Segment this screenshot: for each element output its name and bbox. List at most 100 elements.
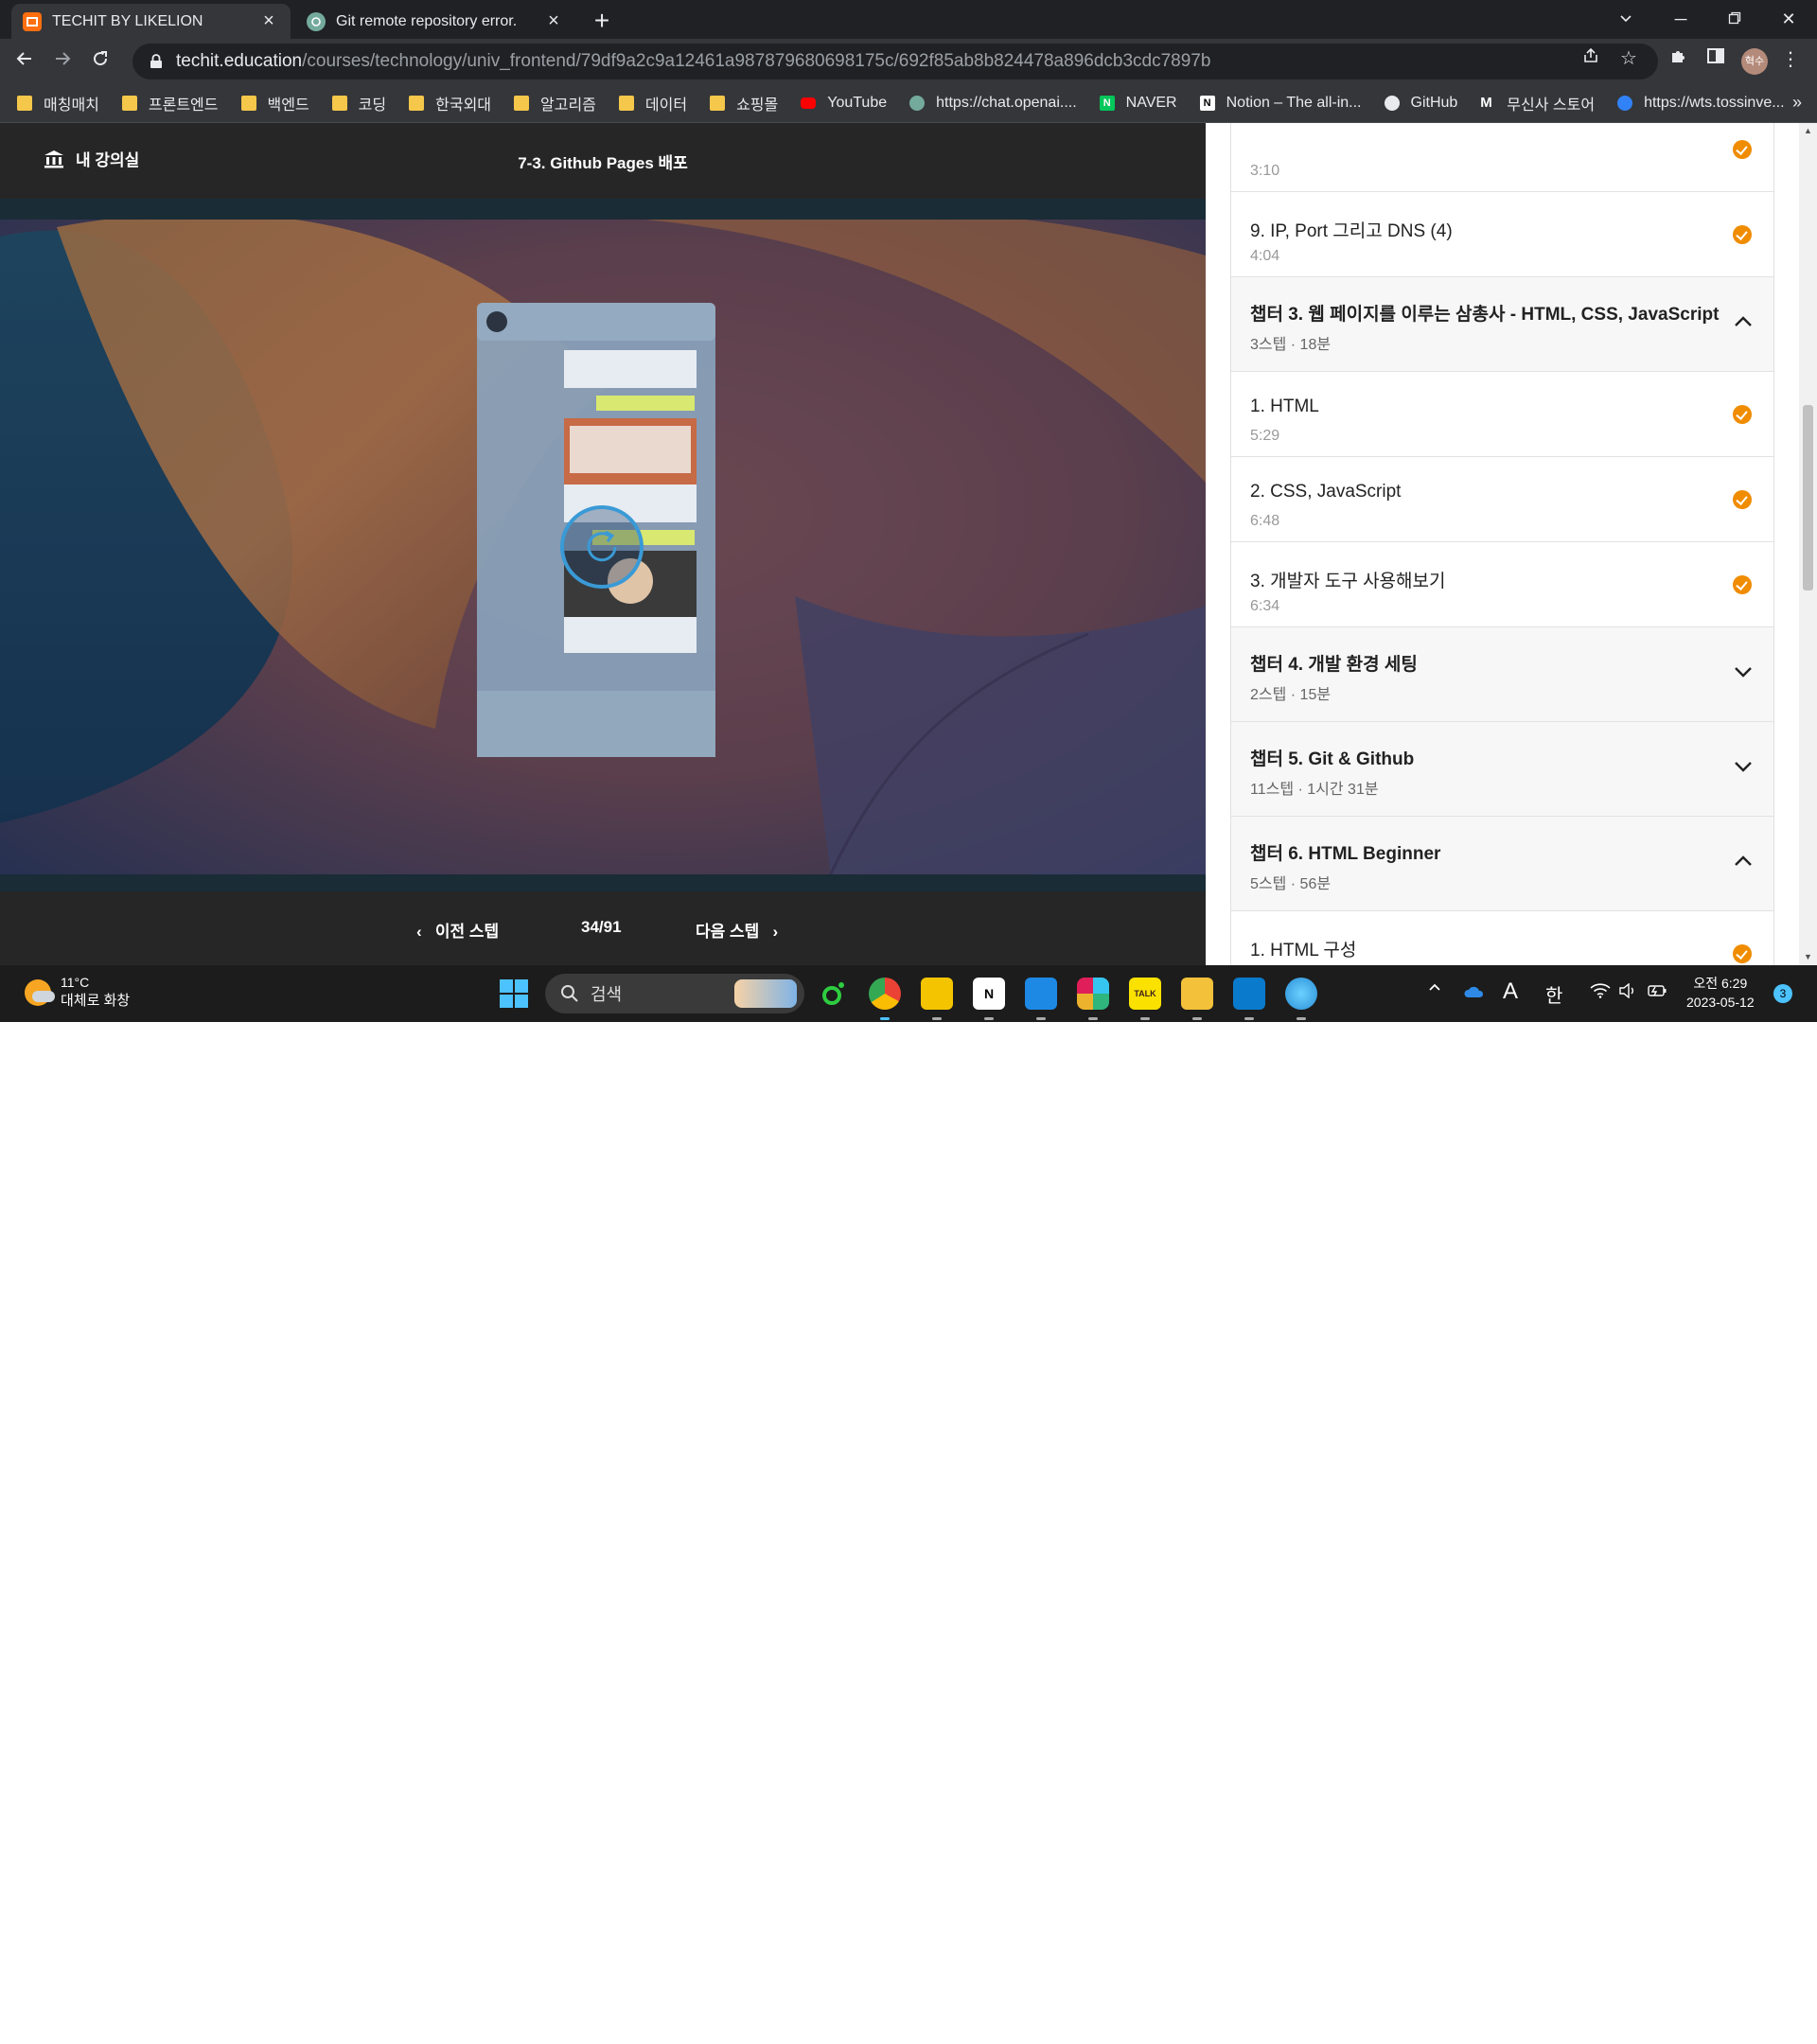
chevron-down-icon[interactable] (1733, 756, 1754, 777)
tab-techit[interactable]: TECHIT BY LIKELION × (11, 4, 291, 39)
tab-search-button[interactable] (1599, 0, 1652, 38)
bookmark-notion[interactable]: N Notion – The all-in... (1199, 95, 1362, 112)
tab-chatgpt[interactable]: Git remote repository error. × (295, 4, 575, 39)
bookmark-folder[interactable]: 백엔드 (240, 92, 309, 115)
address-bar[interactable]: techit.education/courses/technology/univ… (132, 44, 1658, 79)
lesson-item[interactable]: 3. 개발자 도구 사용해보기 6:34 (1231, 542, 1773, 627)
bookmark-folder[interactable]: 데이터 (618, 92, 687, 115)
tab-strip: TECHIT BY LIKELION × Git remote reposito… (0, 0, 1817, 39)
scroll-up-icon[interactable]: ▲ (1799, 123, 1817, 139)
arrow-left-icon (16, 52, 31, 65)
reload-button[interactable] (85, 46, 115, 77)
reload-icon (94, 51, 108, 66)
spotify-like-app-icon[interactable] (818, 978, 850, 1010)
chapter-name: 챕터 4. 개발 환경 세팅 (1250, 655, 1418, 675)
close-tab-icon[interactable]: × (543, 10, 564, 32)
forward-button[interactable] (47, 46, 78, 77)
bookmark-folder[interactable]: 프론트엔드 (121, 92, 219, 115)
file-explorer-icon[interactable] (1181, 978, 1213, 1020)
back-button[interactable] (9, 46, 40, 77)
scroll-thumb[interactable] (1803, 405, 1813, 590)
bookmark-star-icon[interactable]: ☆ (1615, 45, 1642, 72)
running-indicator (984, 1017, 994, 1020)
completed-check-icon (1733, 405, 1752, 424)
chapter-header[interactable]: 챕터 6. HTML Beginner 5스텝 · 56분 (1231, 817, 1773, 911)
lesson-item[interactable]: 1. HTML 구성10:36 (1231, 911, 1773, 965)
bookmark-youtube[interactable]: YouTube (801, 95, 887, 112)
player-header: 내 강의실 7-3. Github Pages 배포 (0, 123, 1206, 199)
bookmark-toss[interactable]: https://wts.tossinve... (1617, 95, 1785, 112)
prev-step-button[interactable]: ‹ 이전 스텝 (416, 918, 499, 942)
chevron-up-icon[interactable] (1733, 311, 1754, 332)
chapter-header[interactable]: 챕터 5. Git & Github 11스텝 · 1시간 31분 (1231, 722, 1773, 817)
bookmark-github[interactable]: GitHub (1384, 95, 1457, 112)
video-wallpaper (0, 199, 1206, 891)
close-window-button[interactable]: ✕ (1762, 0, 1815, 38)
chapter-header[interactable]: 챕터 3. 웹 페이지를 이루는 삼총사 - HTML, CSS, JavaSc… (1231, 277, 1773, 372)
bookmark-naver[interactable]: N NAVER (1099, 95, 1177, 112)
profile-avatar[interactable]: 혁수 (1741, 48, 1768, 75)
lesson-item[interactable]: 2. CSS, JavaScript 6:48 (1231, 457, 1773, 542)
chevron-up-icon[interactable] (1427, 978, 1442, 1000)
minimize-button[interactable]: ─ (1654, 0, 1707, 38)
next-step-button[interactable]: 다음 스텝 › (696, 918, 778, 942)
running-indicator (1140, 1017, 1150, 1020)
running-indicator (1297, 1017, 1306, 1020)
calendar-icon[interactable] (1025, 978, 1057, 1020)
volume-icon[interactable] (1618, 982, 1637, 1004)
wifi-icon[interactable] (1590, 982, 1611, 1004)
bookmark-folder[interactable]: 한국외대 (409, 92, 491, 115)
menu-kebab-icon[interactable]: ⋮ (1777, 46, 1804, 73)
screen: TECHIT BY LIKELION × Git remote reposito… (0, 0, 1817, 1022)
slack-icon[interactable] (1077, 978, 1109, 1020)
chevron-up-icon[interactable] (1733, 851, 1754, 872)
bookmark-folder[interactable]: 코딩 (331, 92, 386, 115)
weather-widget[interactable]: 11°C 대체로 화창 (25, 975, 130, 1010)
completed-check-icon (1733, 944, 1752, 963)
notion-icon[interactable]: N (973, 978, 1005, 1020)
techit-icon (23, 11, 42, 31)
lesson-item[interactable]: 3:10 (1231, 123, 1773, 192)
scroll-down-icon[interactable]: ▼ (1799, 949, 1817, 965)
bookmark-folder[interactable]: 쇼핑몰 (710, 92, 778, 115)
scrollbar[interactable]: ▲ ▼ (1799, 123, 1817, 965)
chapter-header[interactable]: 챕터 4. 개발 환경 세팅 2스텝 · 15분 (1231, 627, 1773, 722)
lesson-title: 7-3. Github Pages 배포 (518, 154, 688, 172)
chevron-down-icon[interactable] (1733, 661, 1754, 682)
bookmark-musinsa[interactable]: M 무신사 스토어 (1480, 92, 1595, 115)
taskbar-search[interactable]: 검색 (545, 974, 804, 1013)
lesson-item[interactable]: 1. HTML 5:29 (1231, 372, 1773, 457)
bookmarks-overflow-button[interactable]: » (1792, 93, 1802, 113)
battery-icon[interactable] (1647, 982, 1667, 1004)
video-frame[interactable] (0, 199, 1206, 891)
vscode-icon[interactable] (1233, 978, 1265, 1020)
close-tab-icon[interactable]: × (258, 10, 279, 32)
chrome-icon[interactable] (869, 978, 901, 1020)
lock-icon (150, 54, 163, 69)
weather-text: 대체로 화창 (61, 993, 131, 1009)
ime-mode-korean[interactable]: 한 (1545, 980, 1562, 1008)
start-button[interactable] (500, 979, 528, 1008)
restore-button[interactable] (1708, 0, 1761, 38)
kakaotalk-icon[interactable]: TALK (1129, 978, 1161, 1020)
side-panel-icon[interactable] (1702, 46, 1729, 73)
share-icon[interactable] (1578, 46, 1604, 73)
openai-icon (909, 96, 926, 111)
chapter-meta: 11스텝 · 1시간 31분 (1250, 782, 1379, 798)
notification-badge[interactable]: 3 (1773, 984, 1792, 1003)
bookmark-folder[interactable]: 매칭매치 (17, 92, 99, 115)
lesson-duration: 3:10 (1250, 163, 1280, 179)
bookmark-openai[interactable]: https://chat.openai.... (909, 95, 1077, 112)
folder-icon (618, 96, 634, 111)
bookmark-folder[interactable]: 알고리즘 (514, 92, 596, 115)
chapter-meta: 3스텝 · 18분 (1250, 337, 1332, 353)
lesson-item[interactable]: 9. IP, Port 그리고 DNS (4) 4:04 (1231, 192, 1773, 277)
clock-date: 2023-05-12 (1686, 995, 1755, 1010)
sticky-notes-icon[interactable] (921, 978, 953, 1020)
browser-globe-icon[interactable] (1285, 978, 1317, 1020)
extensions-icon[interactable] (1666, 46, 1692, 73)
ime-mode-a[interactable]: A (1503, 978, 1518, 1005)
taskbar-clock[interactable]: 오전 6:29 2023-05-12 (1686, 974, 1755, 1012)
onedrive-icon[interactable] (1463, 982, 1484, 1004)
new-tab-button[interactable]: + (587, 6, 617, 36)
